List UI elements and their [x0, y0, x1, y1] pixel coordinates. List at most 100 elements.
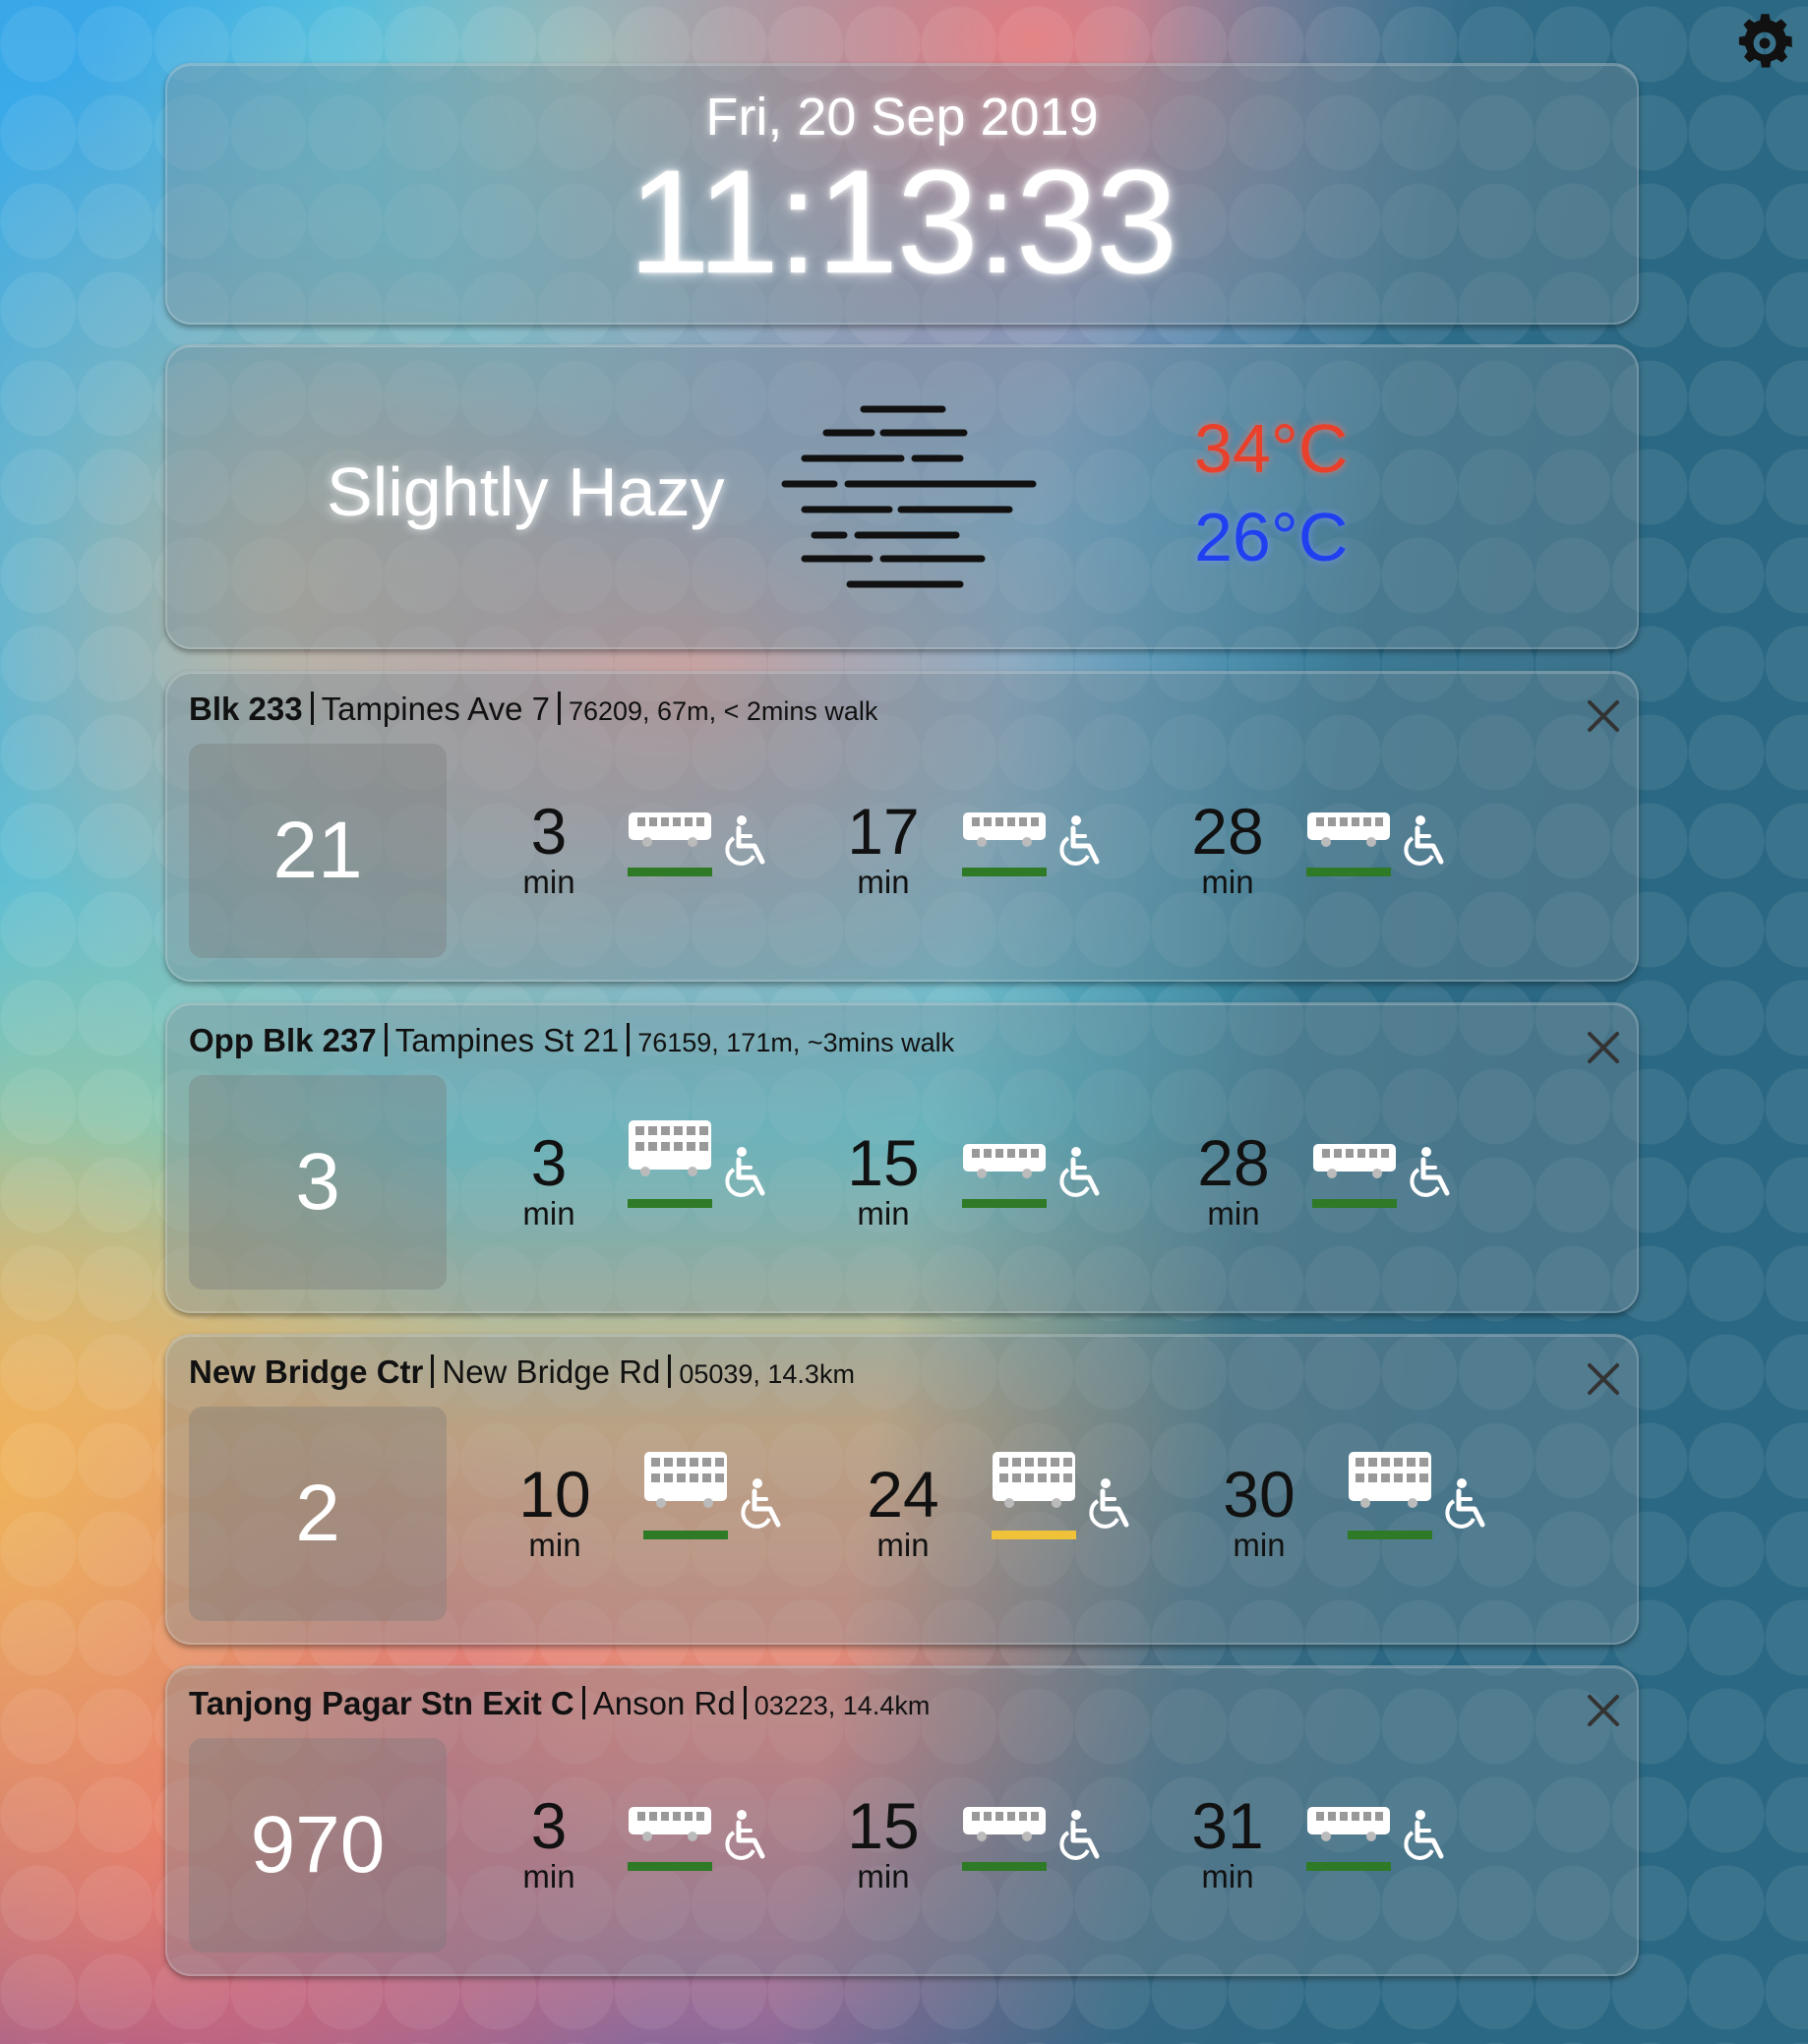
load-indicator [628, 1199, 712, 1208]
separator [743, 1686, 747, 1719]
single-deck-bus-icon [962, 1140, 1047, 1185]
double-decker-bus-icon [628, 1118, 712, 1183]
load-indicator [628, 868, 712, 876]
separator [310, 691, 314, 725]
single-deck-bus-icon [1312, 1140, 1397, 1185]
time-text: 11:13:33 [628, 139, 1178, 304]
arrival-minutes: 15 [847, 1126, 920, 1199]
stop-info: 76209, 67m, < 2mins walk [568, 696, 878, 726]
arrival-unit: min [1207, 1195, 1260, 1232]
bus-stop-panel: Tanjong Pagar Stn Exit C Anson Rd 03223, 1… [165, 1665, 1639, 1976]
load-indicator [962, 1199, 1047, 1208]
stop-name: New Bridge Ctr [189, 1353, 424, 1390]
close-icon[interactable] [1584, 696, 1623, 736]
load-indicator [962, 1862, 1047, 1871]
stop-header: Opp Blk 237 Tampines St 21 76159, 171m, ~3… [189, 1022, 954, 1059]
wheelchair-accessible-icon [724, 814, 773, 870]
double-decker-bus-icon [992, 1450, 1076, 1515]
wheelchair-accessible-icon [724, 1809, 773, 1864]
stop-info: 05039, 14.3km [679, 1359, 855, 1389]
load-indicator [962, 868, 1047, 876]
stop-road: New Bridge Rd [442, 1353, 661, 1390]
single-deck-bus-icon [628, 1803, 712, 1848]
close-icon[interactable] [1584, 1691, 1623, 1730]
single-deck-bus-icon [962, 1803, 1047, 1848]
arrival-minutes: 3 [530, 1126, 568, 1199]
weather-condition: Slightly Hazy [327, 453, 725, 530]
single-deck-bus-icon [1306, 809, 1391, 854]
wheelchair-accessible-icon [1403, 1809, 1452, 1864]
arrival-unit: min [522, 1858, 575, 1894]
separator [627, 1023, 631, 1056]
single-deck-bus-icon [628, 809, 712, 854]
service-number[interactable]: 2 [189, 1407, 447, 1621]
weather-panel: Slightly Hazy 34°C 26°C [165, 344, 1639, 649]
arrival-minutes: 17 [847, 795, 920, 868]
arrival-unit: min [876, 1527, 930, 1563]
wheelchair-accessible-icon [740, 1477, 789, 1533]
wheelchair-accessible-icon [1444, 1477, 1493, 1533]
single-deck-bus-icon [962, 809, 1047, 854]
arrival-minutes: 28 [1191, 795, 1264, 868]
wheelchair-accessible-icon [1088, 1477, 1137, 1533]
stop-name: Blk 233 [189, 691, 303, 727]
arrival-minutes: 3 [530, 795, 568, 868]
arrival-minutes: 28 [1197, 1126, 1270, 1199]
stop-info: 03223, 14.4km [753, 1691, 931, 1720]
arrival-minutes: 15 [847, 1789, 920, 1862]
arrival-unit: min [857, 1858, 910, 1894]
arrival-unit: min [857, 864, 910, 900]
separator [431, 1354, 435, 1388]
wheelchair-accessible-icon [1058, 1809, 1108, 1864]
service-number[interactable]: 970 [189, 1738, 447, 1953]
stop-header: Blk 233 Tampines Ave 7 76209, 67m, < 2mins… [189, 691, 877, 728]
wheelchair-accessible-icon [724, 1146, 773, 1201]
stop-header: New Bridge Ctr New Bridge Rd 05039, 14.3km [189, 1353, 855, 1391]
wheelchair-accessible-icon [1058, 814, 1108, 870]
bus-stop-panel: Opp Blk 237 Tampines St 21 76159, 171m, ~3… [165, 1002, 1639, 1313]
separator [557, 691, 561, 725]
single-deck-bus-icon [1306, 1803, 1391, 1848]
arrival-minutes: 3 [530, 1789, 568, 1862]
arrival-unit: min [522, 1195, 575, 1232]
wheelchair-accessible-icon [1409, 1146, 1458, 1201]
stop-header: Tanjong Pagar Stn Exit C Anson Rd 03223, 1… [189, 1685, 930, 1722]
double-decker-bus-icon [1348, 1450, 1432, 1515]
load-indicator [1306, 868, 1391, 876]
separator [581, 1686, 585, 1719]
separator [668, 1354, 672, 1388]
arrival-unit: min [1201, 864, 1254, 900]
service-number[interactable]: 21 [189, 744, 447, 958]
low-temperature: 26°C [1194, 499, 1349, 575]
wheelchair-accessible-icon [1058, 1146, 1108, 1201]
load-indicator [1306, 1862, 1391, 1871]
arrival-unit: min [1201, 1858, 1254, 1894]
high-temperature: 34°C [1194, 410, 1349, 487]
arrival-minutes: 30 [1223, 1458, 1296, 1531]
stop-name: Opp Blk 237 [189, 1022, 377, 1058]
haze-icon [781, 405, 1037, 588]
load-indicator [992, 1531, 1076, 1539]
double-decker-bus-icon [643, 1450, 728, 1515]
arrival-minutes: 31 [1191, 1789, 1264, 1862]
load-indicator [1348, 1531, 1432, 1539]
stop-road: Tampines St 21 [394, 1022, 620, 1058]
clock-panel: Fri, 20 Sep 2019 11:13:33 [165, 63, 1639, 325]
stop-name: Tanjong Pagar Stn Exit C [189, 1685, 574, 1721]
load-indicator [643, 1531, 728, 1539]
close-icon[interactable] [1584, 1028, 1623, 1067]
bus-stop-panel: New Bridge Ctr New Bridge Rd 05039, 14.3km… [165, 1334, 1639, 1645]
close-icon[interactable] [1584, 1359, 1623, 1399]
service-number[interactable]: 3 [189, 1075, 447, 1290]
arrival-minutes: 10 [518, 1458, 591, 1531]
arrival-unit: min [1233, 1527, 1286, 1563]
stop-road: Tampines Ave 7 [321, 691, 550, 727]
load-indicator [1312, 1199, 1397, 1208]
gear-icon[interactable] [1729, 8, 1800, 79]
wheelchair-accessible-icon [1403, 814, 1452, 870]
stop-info: 76159, 171m, ~3mins walk [637, 1028, 955, 1057]
bus-stop-panel: Blk 233 Tampines Ave 7 76209, 67m, < 2mins… [165, 671, 1639, 982]
stop-road: Anson Rd [592, 1685, 736, 1721]
arrival-minutes: 24 [867, 1458, 939, 1531]
load-indicator [628, 1862, 712, 1871]
